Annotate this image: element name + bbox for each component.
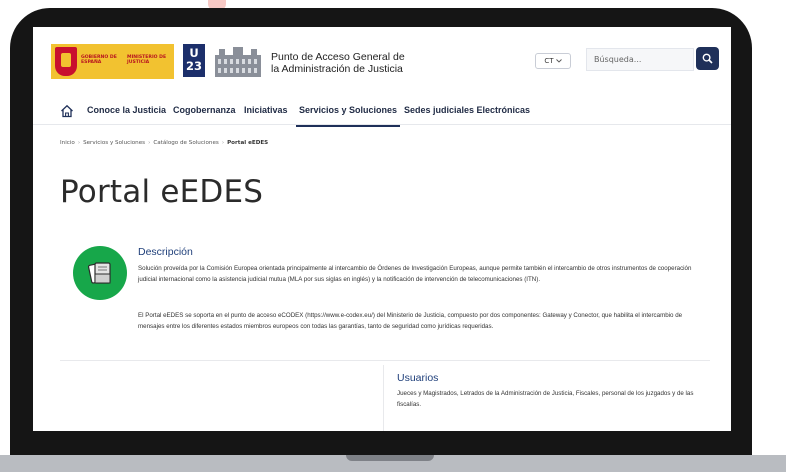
breadcrumb-item-inicio[interactable]: Inicio (60, 140, 75, 146)
laptop-notch (346, 455, 434, 461)
portal-title-line2: la Administración de Justicia (271, 63, 403, 75)
breadcrumb: Inicio › Servicios y Soluciones › Catálogo d… (60, 140, 268, 146)
nav-item-sedes-judiciales[interactable]: Sedes judiciales Electrónicas (404, 105, 530, 115)
laptop-screen: GOBIERNO DE ESPAÑA MINISTERIO DE JUSTICI… (33, 27, 731, 431)
solution-icon-badge (73, 246, 127, 300)
chevron-down-icon (555, 59, 562, 63)
search-input[interactable]: Búsqueda... (586, 48, 694, 71)
building-icon (215, 47, 261, 77)
ministerio-label: MINISTERIO DE JUSTICIA (127, 55, 167, 65)
search-icon (702, 53, 713, 64)
search-button[interactable] (696, 47, 719, 70)
stage: GOBIERNO DE ESPAÑA MINISTERIO DE JUSTICI… (0, 0, 786, 472)
document-folder-icon (87, 262, 111, 284)
u23-logo: U 23 (183, 44, 205, 77)
main-nav: Conoce la Justicia Cogobernanza Iniciati… (33, 99, 731, 127)
gobierno-logo[interactable]: GOBIERNO DE ESPAÑA MINISTERIO DE JUSTICI… (51, 44, 174, 79)
nav-item-servicios-soluciones[interactable]: Servicios y Soluciones (295, 105, 401, 127)
breadcrumb-separator: › (77, 140, 81, 146)
gobierno-label: GOBIERNO DE ESPAÑA (81, 55, 117, 65)
breadcrumb-separator: › (148, 140, 151, 146)
coat-of-arms-icon (55, 47, 77, 76)
language-selector[interactable]: CT (535, 53, 571, 69)
home-icon[interactable] (60, 104, 74, 118)
breadcrumb-item-current: Portal eEDES (227, 140, 269, 146)
portal-title[interactable]: Punto de Acceso General de la Administra… (271, 51, 405, 75)
breadcrumb-item-servicios[interactable]: Servicios y Soluciones (83, 140, 145, 146)
site-header: GOBIERNO DE ESPAÑA MINISTERIO DE JUSTICI… (33, 27, 731, 99)
nav-item-cogobernanza[interactable]: Cogobernanza (173, 105, 236, 115)
portal-title-line1: Punto de Acceso General de (271, 51, 405, 63)
breadcrumb-item-catalogo[interactable]: Catálogo de Soluciones (153, 140, 218, 146)
nav-item-conoce-justicia[interactable]: Conoce la Justicia (87, 105, 166, 115)
page-title: Portal eEDES (60, 174, 264, 210)
description-paragraph-1: Solución proveída por la Comisión Europe… (138, 265, 692, 283)
language-label: CT (544, 57, 554, 65)
description-heading: Descripción (138, 246, 193, 258)
nav-item-iniciativas[interactable]: Iniciativas (244, 105, 288, 115)
description-paragraph-2: El Portal eEDES se soporta en el punto d… (138, 312, 683, 330)
column-divider (383, 365, 384, 431)
users-heading: Usuarios (397, 372, 439, 384)
users-text: Jueces y Magistrados, Letrados de la Adm… (397, 390, 694, 408)
breadcrumb-separator: › (221, 140, 225, 146)
section-divider (60, 360, 710, 361)
